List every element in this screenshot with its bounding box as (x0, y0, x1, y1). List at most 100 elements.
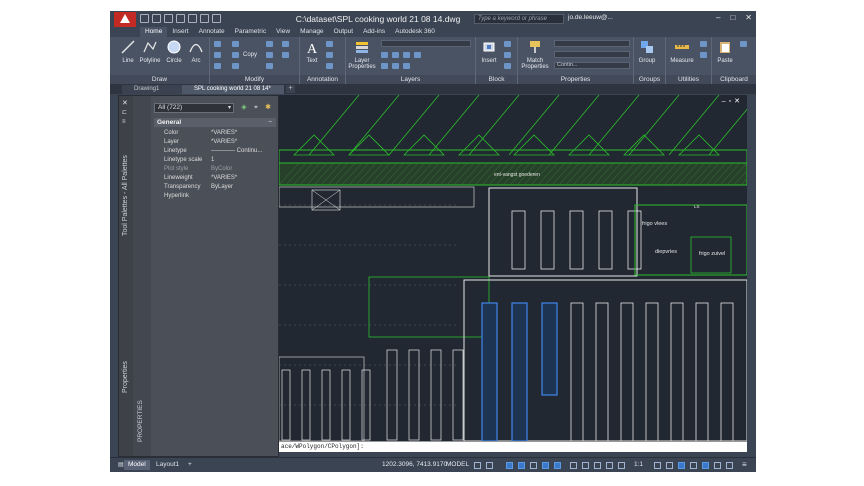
prop-row-hyperlink[interactable]: Hyperlink (154, 192, 276, 201)
layer-properties-tool[interactable]: Layer Properties (347, 40, 377, 70)
layer-current-icon[interactable] (381, 63, 388, 69)
text-tool[interactable]: A Text (303, 40, 321, 64)
layers-panel-title[interactable]: Layers (346, 75, 475, 84)
edit-block-icon[interactable] (504, 52, 511, 58)
fillet-icon[interactable] (232, 63, 239, 69)
properties-panel-title[interactable]: Properties (518, 75, 633, 84)
tab-add-ins[interactable]: Add-ins (358, 27, 390, 37)
add-layout-button[interactable]: + (184, 460, 196, 470)
polyline-tool[interactable]: Polyline (138, 40, 162, 64)
autohide-icon[interactable]: ⊏ (122, 109, 127, 116)
block-panel-title[interactable]: Block (476, 75, 517, 84)
customization-menu-icon[interactable]: ≡ (738, 460, 751, 470)
hardware-acceleration-icon[interactable] (690, 462, 697, 469)
quick-select-icon[interactable] (700, 41, 707, 47)
leader-icon[interactable] (326, 52, 333, 58)
calculator-icon[interactable] (700, 52, 707, 58)
tab-home[interactable]: Home (140, 27, 168, 37)
prop-row-plot-style[interactable]: Plot style ByColor (154, 165, 276, 174)
group-tool[interactable]: Group (636, 40, 658, 64)
modify-panel-title[interactable]: Modify (210, 75, 299, 84)
paste-tool[interactable]: Paste (714, 40, 736, 64)
array-icon[interactable] (266, 52, 273, 58)
prop-row-linetype[interactable]: Linetype ———— Continu... (154, 147, 276, 156)
open-icon[interactable] (152, 14, 161, 23)
drawing-canvas[interactable]: ent-vangst goederen frigo vlees diepvries f… (279, 95, 747, 441)
utilities-panel-title[interactable]: Utilities (666, 75, 711, 84)
prop-row-layer[interactable]: Layer *VARIES* (154, 138, 276, 147)
save-as-icon[interactable] (176, 14, 185, 23)
tab-model[interactable]: Model (124, 460, 150, 470)
isolate-objects-icon[interactable] (678, 462, 685, 469)
tab-output[interactable]: Output (329, 27, 359, 37)
quick-select-icon[interactable]: ✱ (263, 103, 273, 113)
new-tab-button[interactable]: + (286, 85, 295, 93)
tool-palettes-label[interactable]: Tool Palettes - All Palettes (122, 155, 129, 236)
prop-row-color[interactable]: Color *VARIES* (154, 129, 276, 138)
selection-cycling-icon[interactable] (594, 462, 601, 469)
lineweight-icon[interactable] (570, 462, 577, 469)
mirror-icon[interactable] (232, 41, 239, 47)
tab-manage[interactable]: Manage (295, 27, 329, 37)
model-space-toggle[interactable]: MODEL (446, 460, 469, 470)
plot-icon[interactable] (188, 14, 197, 23)
undo-icon[interactable] (200, 14, 209, 23)
clean-screen-icon[interactable] (702, 462, 709, 469)
clipboard-panel-title[interactable]: Clipboard (712, 75, 756, 84)
scale-icon[interactable] (266, 41, 273, 47)
erase-icon[interactable] (282, 41, 289, 47)
transparency-icon[interactable] (582, 462, 589, 469)
layer-unisolate-icon[interactable] (403, 63, 410, 69)
ortho-icon[interactable] (506, 462, 513, 469)
tab-parametric[interactable]: Parametric (230, 27, 271, 37)
command-line[interactable]: ace/WPolygon/CPolygon]: (279, 441, 747, 452)
offset-icon[interactable] (282, 52, 289, 58)
layer-lock-icon[interactable] (414, 52, 421, 58)
layer-off-icon[interactable] (381, 52, 388, 58)
annotation-scale[interactable]: 1:1 (630, 460, 647, 470)
match-properties-tool[interactable]: Match Properties (520, 40, 550, 70)
tab-layout1[interactable]: Layout1 (152, 460, 183, 470)
auto-scale-icon[interactable] (618, 462, 625, 469)
object-snap-tracking-icon[interactable] (542, 462, 549, 469)
properties-icon[interactable] (714, 462, 721, 469)
save-icon[interactable] (164, 14, 173, 23)
minimize-button[interactable]: – (716, 13, 720, 22)
layer-isolate-icon[interactable] (392, 52, 399, 58)
draw-panel-title[interactable]: Draw (110, 75, 209, 84)
dimension-icon[interactable] (326, 41, 333, 47)
general-section-header[interactable]: General − (154, 118, 276, 127)
properties-strip-label[interactable]: Properties (122, 361, 129, 393)
close-palette-icon[interactable]: ✕ (122, 99, 128, 107)
isodraft-icon[interactable] (530, 462, 537, 469)
insert-tool[interactable]: Insert (479, 40, 499, 64)
layer-dropdown[interactable] (381, 40, 471, 47)
lineweight-dropdown[interactable] (554, 51, 630, 58)
redo-icon[interactable] (212, 14, 221, 23)
viewport-controls[interactable]: –▫✕ (722, 97, 743, 105)
circle-tool[interactable]: Circle (164, 40, 184, 64)
color-dropdown[interactable] (554, 40, 630, 47)
linetype-dropdown[interactable]: Contin... (554, 62, 630, 69)
application-menu-button[interactable] (114, 12, 136, 27)
tab-view[interactable]: View (271, 27, 295, 37)
quick-view-icon[interactable] (726, 462, 733, 469)
file-tab-spl-cooking-world[interactable]: SPL cooking world 21 08 14* (182, 85, 284, 94)
object-snap-icon[interactable] (554, 462, 561, 469)
grid-icon[interactable] (474, 462, 481, 469)
tab-annotate[interactable]: Annotate (194, 27, 230, 37)
select-objects-icon[interactable]: ⌖ (251, 103, 261, 113)
prop-row-transparency[interactable]: Transparency ByLayer (154, 183, 276, 192)
workspace-switching-icon[interactable] (654, 462, 661, 469)
new-icon[interactable] (140, 14, 149, 23)
measure-tool[interactable]: Measure (669, 40, 695, 64)
palette-settings-icon[interactable]: ≡ (122, 119, 126, 125)
stretch-icon[interactable] (214, 63, 221, 69)
line-tool[interactable]: Line (119, 40, 137, 64)
layer-match-icon[interactable] (392, 63, 399, 69)
copy-clip-icon[interactable] (740, 41, 747, 47)
annotation-panel-title[interactable]: Annotation (300, 75, 345, 84)
user-account[interactable]: jo.de.leeuw@... (568, 14, 613, 21)
snap-icon[interactable] (486, 462, 493, 469)
annotation-monitor-icon[interactable] (666, 462, 673, 469)
